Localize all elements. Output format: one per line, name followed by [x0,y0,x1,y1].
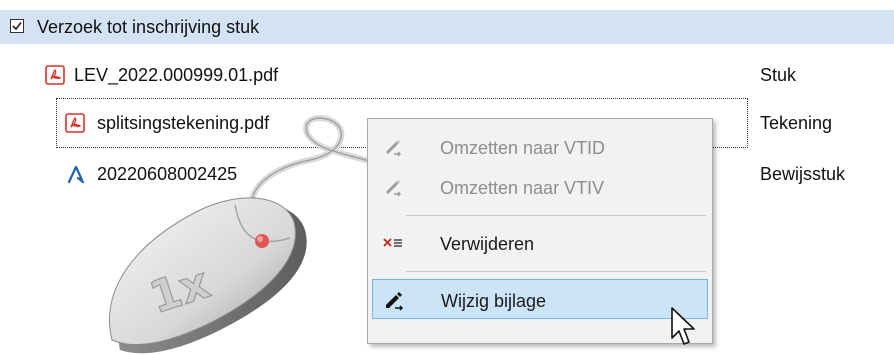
header-label: Verzoek tot inschrijving stuk [37,17,260,37]
convert-icon [382,176,404,198]
context-menu: Omzetten naar VTID Omzetten naar VTIV Ve… [367,118,713,344]
menu-item-label: Omzetten naar VTIV [440,178,605,198]
menu-item-label: Wijzig bijlage [441,291,547,311]
tree-header-row[interactable]: Verzoek tot inschrijving stuk [0,10,894,44]
row-type: Stuk [760,65,797,85]
checkmark-icon [12,22,22,31]
menu-separator [406,215,706,216]
row-type: Bewijsstuk [760,164,846,184]
convert-icon [382,136,404,158]
mouse-pointer-icon [671,307,695,345]
click-count-label: 1x [144,257,216,324]
pdf-icon [65,113,85,133]
menu-item-edit-attachment[interactable]: Wijzig bijlage [372,279,708,319]
menu-item-convert-vtid[interactable]: Omzetten naar VTID [372,127,708,167]
row-filename: 20220608002425 [97,164,238,184]
tree-row-document[interactable]: LEV_2022.000999.01.pdf Stuk [0,58,894,92]
delete-list-icon [382,232,404,254]
signature-icon [66,164,86,184]
menu-item-delete[interactable]: Verwijderen [372,223,708,263]
row-filename: splitsingstekening.pdf [97,113,270,133]
pdf-icon [45,65,65,85]
menu-item-convert-vtiv[interactable]: Omzetten naar VTIV [372,167,708,207]
header-checkbox[interactable] [10,19,24,33]
row-type: Tekening [760,113,833,133]
menu-separator [406,271,706,272]
row-filename: LEV_2022.000999.01.pdf [74,65,279,85]
menu-item-label: Verwijderen [440,234,535,254]
menu-item-label: Omzetten naar VTID [440,138,606,158]
edit-pen-icon [383,289,405,311]
